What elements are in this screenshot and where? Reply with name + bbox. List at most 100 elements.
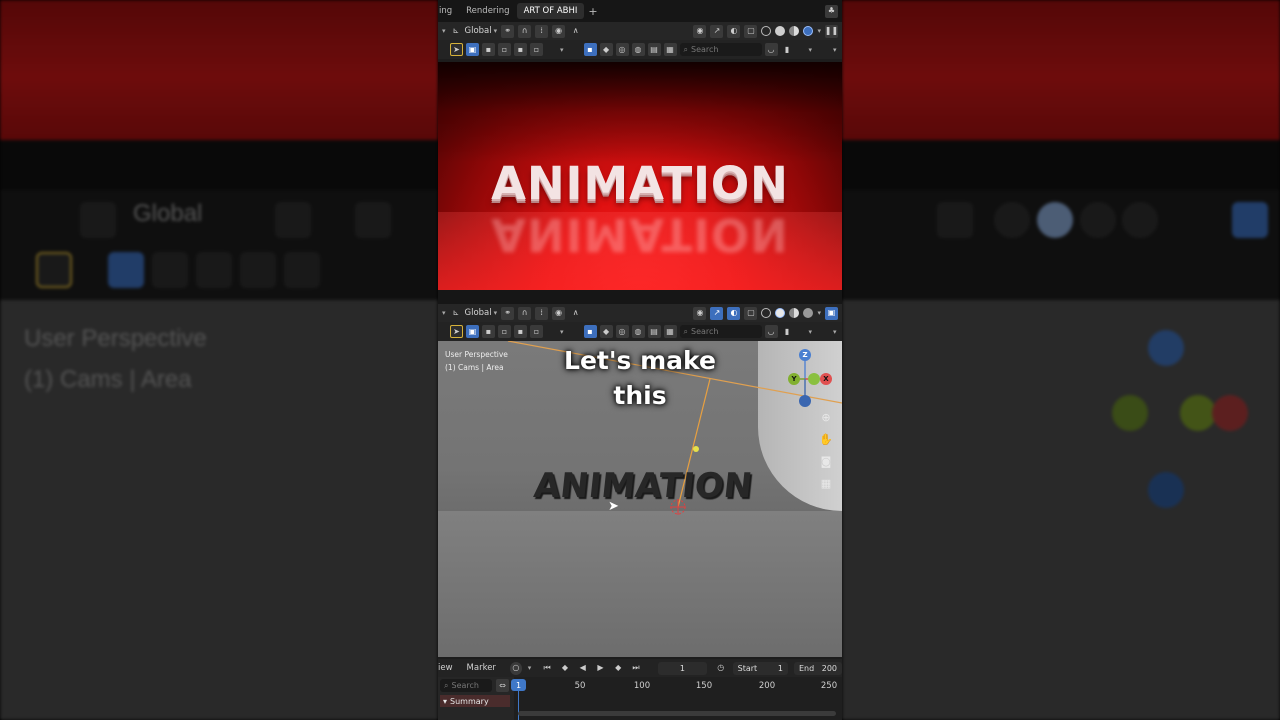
gizmo-toggle-icon[interactable]: ↗ (710, 306, 724, 320)
chevron-down-icon[interactable]: ▾ (560, 46, 564, 54)
rendered-shading-icon[interactable] (803, 308, 814, 318)
select-tool-icon[interactable]: ➤ (450, 43, 463, 56)
proportional-edit-icon[interactable]: ◉ (552, 306, 566, 320)
tab-partial[interactable]: ing (438, 3, 459, 19)
filter-object-icon[interactable]: ▪ (583, 325, 597, 338)
search-input[interactable]: ⌕ Search (679, 325, 762, 338)
pivot-link-icon[interactable]: ⚭ (501, 24, 515, 38)
camera-view-icon[interactable]: ◙ (818, 453, 834, 469)
solid-shading-icon[interactable] (775, 26, 786, 36)
select-mode-intersect-icon[interactable]: ▫ (530, 325, 543, 338)
grid-view-icon[interactable]: ▦ (818, 475, 834, 491)
transform-orientation-dropdown[interactable]: ⊾ Global ▾ (450, 307, 498, 320)
chevron-down-icon[interactable]: ▾ (833, 328, 837, 336)
snap-target-icon[interactable]: ⁞ (535, 24, 549, 38)
pivot-link-icon[interactable]: ⚭ (501, 306, 515, 320)
chevron-down-icon[interactable]: ▾ (442, 27, 446, 35)
chevron-down-icon[interactable]: ▾ (817, 309, 821, 317)
gizmo-x-axis[interactable]: X (820, 373, 832, 385)
visibility-eye-icon[interactable]: ◉ (693, 306, 707, 320)
area-divider[interactable] (438, 290, 842, 304)
chevron-down-icon[interactable]: ▾ (442, 309, 446, 317)
tab-rendering[interactable]: Rendering (459, 3, 516, 19)
prev-keyframe-icon[interactable]: ◆ (559, 662, 571, 675)
proportional-edit-icon[interactable]: ◉ (552, 24, 566, 38)
gizmo-toggle-icon[interactable]: ↗ (710, 24, 724, 38)
falloff-icon[interactable]: ∧ (569, 25, 582, 38)
zoom-icon[interactable]: ⊕ (818, 409, 834, 425)
add-workspace-button[interactable]: + (584, 5, 601, 18)
filter-mesh-icon[interactable]: ◆ (599, 325, 613, 338)
chevron-down-icon[interactable]: ▾ (833, 46, 837, 54)
snap-target-icon[interactable]: ⁞ (535, 306, 549, 320)
xray-toggle-icon[interactable]: ▢ (744, 306, 758, 320)
play-icon[interactable]: ▶ (595, 662, 607, 675)
tab-art-of-abhi[interactable]: ART OF ABHI (516, 3, 585, 19)
jump-end-icon[interactable]: ⏭ (630, 662, 642, 675)
jump-start-icon[interactable]: ⏮ (541, 662, 553, 675)
select-tool-icon[interactable]: ➤ (450, 325, 463, 338)
material-shading-icon[interactable] (789, 26, 800, 36)
filter-object-icon[interactable]: ▪ (583, 43, 597, 56)
filter-mesh-icon[interactable]: ◆ (599, 43, 613, 56)
filter-icon[interactable]: ◡ (764, 325, 778, 338)
bookmark-icon[interactable]: ▮ (781, 43, 794, 56)
filter-material-icon[interactable]: ◎ (615, 43, 629, 56)
gizmo-neg-z-axis[interactable] (799, 395, 811, 407)
gizmo-y-axis[interactable]: Y (788, 373, 800, 385)
chevron-down-icon[interactable]: ▾ (817, 27, 821, 35)
select-mode-subtract-icon[interactable]: ▪ (514, 325, 527, 338)
transform-orientation-dropdown[interactable]: ⊾ Global ▾ (450, 25, 498, 38)
playhead-frame-indicator[interactable]: 1 (511, 679, 526, 691)
auto-keying-icon[interactable]: ○ (509, 661, 522, 675)
box-select-icon[interactable]: ▣ (466, 325, 479, 338)
start-frame-field[interactable]: Start 1 (732, 661, 788, 675)
3d-viewport[interactable]: ANIMATION User Perspective (1) Cams | Ar… (438, 341, 842, 657)
scene-icon[interactable]: ♣ (825, 4, 838, 18)
view-menu[interactable]: iew (438, 663, 453, 673)
bookmark-icon[interactable]: ▮ (781, 325, 794, 338)
gizmo-z-axis[interactable]: Z (799, 349, 811, 361)
swap-icon[interactable]: ⇔ (496, 679, 509, 692)
select-mode-new-icon[interactable]: ▪ (482, 325, 495, 338)
wireframe-shading-icon[interactable] (761, 26, 772, 36)
timeline-body[interactable]: ⌕ Search ⇔ ▾ Summary 1 50 100 150 200 25… (438, 677, 842, 720)
filter-world-icon[interactable]: ▦ (663, 43, 677, 56)
solid-shading-icon[interactable] (775, 308, 786, 318)
select-mode-extend-icon[interactable]: ▫ (498, 43, 511, 56)
select-mode-intersect-icon[interactable]: ▫ (530, 43, 543, 56)
pause-render-icon[interactable]: ❚❚ (825, 24, 838, 38)
overlay-toggle-icon[interactable]: ◐ (727, 24, 741, 38)
timeline-scrollbar[interactable] (518, 711, 836, 716)
channel-search-input[interactable]: ⌕ Search (440, 679, 492, 692)
current-frame-field[interactable]: 1 (657, 661, 707, 675)
gizmo-neg-x-axis[interactable] (808, 373, 820, 385)
rendered-shading-icon[interactable] (803, 26, 814, 36)
select-mode-extend-icon[interactable]: ▫ (498, 325, 511, 338)
filter-world-icon[interactable]: ▦ (663, 325, 677, 338)
filter-light-icon[interactable]: ◍ (631, 43, 645, 56)
end-frame-field[interactable]: End 200 (793, 661, 842, 675)
filter-light-icon[interactable]: ◍ (631, 325, 645, 338)
summary-channel[interactable]: ▾ Summary (440, 695, 510, 707)
filter-icon[interactable]: ◡ (764, 43, 778, 56)
chevron-down-icon[interactable]: ▾ (809, 46, 813, 54)
stopwatch-icon[interactable]: ◷ (715, 662, 727, 675)
filter-camera-icon[interactable]: ▤ (647, 43, 661, 56)
wireframe-shading-icon[interactable] (761, 308, 772, 318)
camera-view-icon[interactable]: ▣ (825, 306, 838, 320)
filter-camera-icon[interactable]: ▤ (647, 325, 661, 338)
chevron-down-icon[interactable]: ▾ (528, 664, 532, 672)
snap-magnet-icon[interactable]: ∩ (518, 306, 532, 320)
select-mode-subtract-icon[interactable]: ▪ (514, 43, 527, 56)
snap-magnet-icon[interactable]: ∩ (518, 24, 532, 38)
marker-menu[interactable]: Marker (467, 663, 496, 673)
filter-material-icon[interactable]: ◎ (615, 325, 629, 338)
overlay-toggle-icon[interactable]: ◐ (727, 306, 741, 320)
pan-hand-icon[interactable]: ✋ (818, 431, 834, 447)
box-select-icon[interactable]: ▣ (466, 43, 479, 56)
material-shading-icon[interactable] (789, 308, 800, 318)
visibility-eye-icon[interactable]: ◉ (693, 24, 707, 38)
falloff-icon[interactable]: ∧ (569, 307, 582, 320)
select-mode-new-icon[interactable]: ▪ (482, 43, 495, 56)
